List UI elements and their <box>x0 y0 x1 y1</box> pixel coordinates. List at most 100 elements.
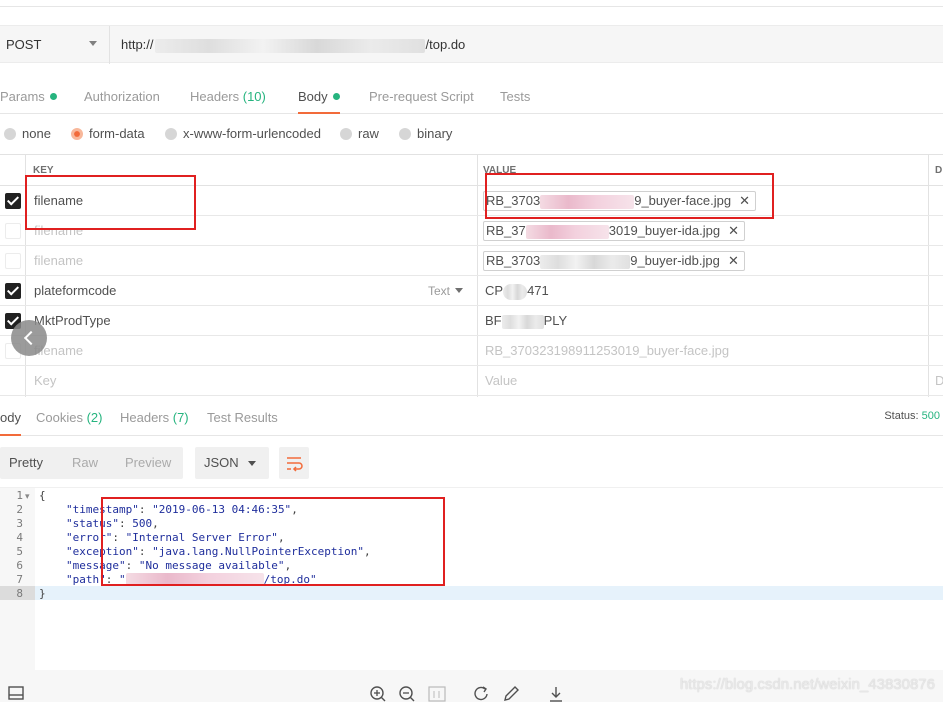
fit-page-icon[interactable] <box>428 686 446 702</box>
download-icon[interactable] <box>547 685 565 702</box>
file-chip: RB_3703 9_buyer-idb.jpg ✕ <box>483 251 745 271</box>
radio-form-data[interactable]: form-data <box>71 122 145 146</box>
csdn-watermark: https://blog.csdn.net/weixin_43830876 <box>679 676 935 693</box>
line-number: 8 <box>16 587 23 600</box>
remove-file-icon[interactable]: ✕ <box>739 192 750 210</box>
table-row: plateformcode Text CP 471 <box>0 276 943 306</box>
tab-pre-request-script[interactable]: Pre-request Script <box>369 80 474 114</box>
tab-body[interactable]: Body <box>298 80 340 114</box>
tab-headers-label: Headers <box>190 89 243 104</box>
table-header: KEY VALUE D <box>0 155 943 186</box>
key-cell[interactable]: filename <box>34 186 83 216</box>
wrap-lines-button[interactable] <box>279 447 309 479</box>
tab-response-body[interactable]: ody <box>0 400 21 436</box>
file-name-start: RB_3703 <box>486 253 541 268</box>
radio-none[interactable]: none <box>4 122 51 146</box>
remove-file-icon[interactable]: ✕ <box>728 252 739 270</box>
console-icon[interactable] <box>8 686 24 700</box>
row-checkbox[interactable] <box>5 253 21 269</box>
tab-test-results-label: Test Results <box>207 410 278 425</box>
radio-binary[interactable]: binary <box>399 122 452 146</box>
code-line: "path": "/top.do" <box>66 573 317 586</box>
pretty-button[interactable]: Pretty <box>9 447 43 479</box>
radio-circle-icon <box>399 128 411 140</box>
new-description-input[interactable]: D <box>935 366 943 396</box>
row-checkbox[interactable] <box>5 223 21 239</box>
tab-cookies-label: Cookies <box>36 410 87 425</box>
tab-response-body-label: ody <box>0 410 21 425</box>
url-prefix: http:// <box>121 37 154 52</box>
back-arrow-icon[interactable] <box>11 320 47 356</box>
table-row-new: Key Value D <box>0 366 943 396</box>
value-cell[interactable]: CP 471 <box>485 276 549 306</box>
tab-test-results[interactable]: Test Results <box>207 400 278 436</box>
body-type-radio-group: none form-data x-www-form-urlencoded raw… <box>0 122 943 146</box>
new-key-input[interactable]: Key <box>34 366 56 396</box>
remove-file-icon[interactable]: ✕ <box>728 222 739 240</box>
form-data-table: KEY VALUE D filename RB_3703 9_buyer-face… <box>0 154 943 397</box>
url-input[interactable]: http:// /top.do <box>121 26 921 64</box>
key-cell[interactable]: filename <box>34 216 83 246</box>
key-cell[interactable]: filename <box>34 246 83 276</box>
method-select[interactable]: POST <box>0 26 110 64</box>
row-checkbox[interactable] <box>5 193 21 209</box>
line-number: 7 <box>16 573 23 586</box>
tab-params[interactable]: Params <box>0 80 57 114</box>
value-cell[interactable]: RB_370323198911253019_buyer-face.jpg <box>485 336 729 366</box>
line-number: 5 <box>16 545 23 558</box>
code-line: "timestamp": "2019-06-13 04:46:35", <box>66 503 298 516</box>
redacted <box>501 314 544 329</box>
fold-toggle-icon[interactable]: ▾ <box>25 491 30 502</box>
footer-toolbar: https://blog.csdn.net/weixin_43830876 <box>0 670 943 702</box>
redacted <box>540 254 631 269</box>
file-name-start: RB_3703 <box>486 193 541 208</box>
params-indicator-dot <box>49 93 57 100</box>
chevron-down-icon <box>248 461 256 466</box>
chevron-down-icon <box>89 41 97 46</box>
redacted <box>503 283 528 300</box>
response-body-editor[interactable]: 1 2 3 4 5 6 7 8 ▾ { "timestamp": "2019-0… <box>0 487 943 670</box>
body-indicator-dot <box>332 93 340 100</box>
table-row: filename RB_3703 9_buyer-face.jpg ✕ <box>0 186 943 216</box>
rotate-icon[interactable] <box>473 685 491 702</box>
format-select[interactable]: JSON <box>195 447 269 479</box>
tab-tests-label: Tests <box>500 89 531 104</box>
radio-raw[interactable]: raw <box>340 122 379 146</box>
tab-authorization-label: Authorization <box>84 89 160 104</box>
code-line: } <box>39 587 46 600</box>
radio-selected-icon <box>71 128 83 140</box>
raw-button[interactable]: Raw <box>72 447 98 479</box>
active-line-highlight <box>35 586 943 600</box>
tab-prerequest-label: Pre-request Script <box>369 89 474 104</box>
type-select[interactable]: Text <box>428 276 464 306</box>
row-checkbox[interactable] <box>5 283 21 299</box>
tab-body-label: Body <box>298 89 328 104</box>
code-line: "exception": "java.lang.NullPointerExcep… <box>66 545 371 558</box>
redacted <box>525 224 609 239</box>
radio-x-www-form-urlencoded[interactable]: x-www-form-urlencoded <box>165 122 321 146</box>
response-view-toolbar: Pretty Raw Preview JSON <box>0 437 943 487</box>
preview-button[interactable]: Preview <box>125 447 171 479</box>
zoom-out-icon[interactable] <box>398 685 416 702</box>
line-number: 1 <box>16 489 23 502</box>
tab-headers[interactable]: Headers (10) <box>190 80 266 114</box>
code-line: { <box>39 489 46 502</box>
redacted <box>125 573 264 585</box>
format-label: JSON <box>204 455 239 470</box>
tab-authorization[interactable]: Authorization <box>84 80 160 114</box>
value-cell[interactable]: BF PLY <box>485 306 567 336</box>
line-number: 3 <box>16 517 23 530</box>
status-value: 500 <box>921 410 940 422</box>
chevron-down-icon <box>455 288 464 293</box>
edit-pencil-icon[interactable] <box>502 685 520 702</box>
key-cell[interactable]: plateformcode <box>34 276 116 306</box>
tab-cookies[interactable]: Cookies (2) <box>36 400 102 436</box>
zoom-in-icon[interactable] <box>369 685 387 702</box>
value-end: 471 <box>527 283 549 298</box>
tab-tests[interactable]: Tests <box>500 80 530 114</box>
tab-response-headers[interactable]: Headers (7) <box>120 400 189 436</box>
value-start: CP <box>485 283 504 298</box>
value-end: PLY <box>543 313 568 328</box>
new-value-input[interactable]: Value <box>485 366 517 396</box>
file-name-start: RB_37 <box>486 223 526 238</box>
